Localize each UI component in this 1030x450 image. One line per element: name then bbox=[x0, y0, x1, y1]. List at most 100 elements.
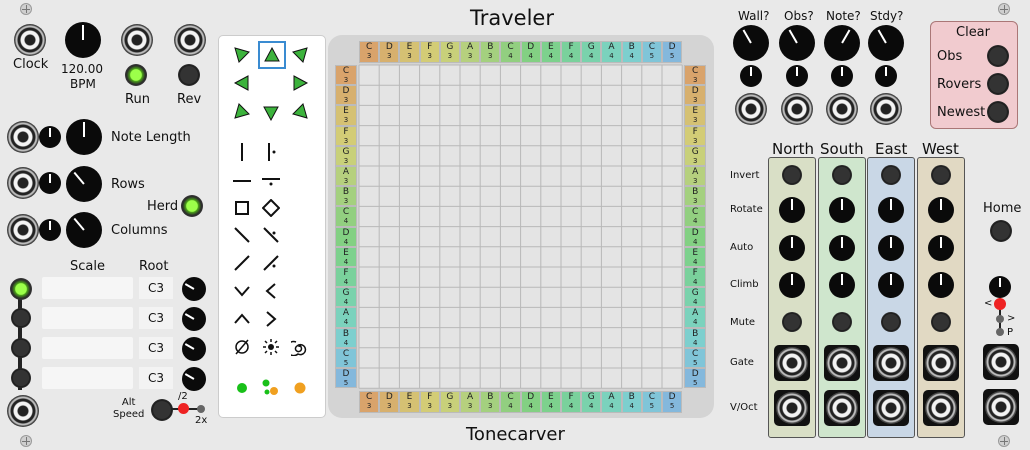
chevron-right-icon[interactable] bbox=[260, 308, 282, 330]
clear-newest-button[interactable] bbox=[987, 101, 1009, 123]
burst-icon[interactable] bbox=[260, 336, 282, 358]
scale-3-field[interactable] bbox=[42, 337, 133, 359]
root-4-knob[interactable] bbox=[182, 367, 206, 391]
arrow-right-icon[interactable] bbox=[289, 72, 311, 94]
arrow-up-right-icon[interactable] bbox=[289, 44, 311, 66]
orange-dot-icon[interactable] bbox=[289, 377, 311, 399]
note-atten-knob[interactable] bbox=[831, 65, 853, 87]
rev-button[interactable] bbox=[178, 64, 200, 86]
chevron-down-icon[interactable] bbox=[231, 280, 253, 302]
run-input-jack[interactable] bbox=[121, 24, 153, 56]
east-rotate-knob[interactable] bbox=[878, 197, 904, 223]
south-climb-knob[interactable] bbox=[829, 272, 855, 298]
note-cv-jack[interactable] bbox=[826, 93, 858, 125]
wall-atten-knob[interactable] bbox=[740, 65, 762, 87]
columns-cv-jack[interactable] bbox=[7, 214, 39, 246]
note-length-cv-jack[interactable] bbox=[7, 121, 39, 153]
root-1-knob[interactable] bbox=[182, 277, 206, 301]
wall-probability-knob[interactable] bbox=[733, 25, 769, 61]
east-auto-knob[interactable] bbox=[878, 235, 904, 261]
run-button[interactable] bbox=[125, 64, 147, 86]
west-auto-knob[interactable] bbox=[928, 235, 954, 261]
east-invert-button[interactable] bbox=[881, 165, 901, 185]
north-mute-button[interactable] bbox=[782, 312, 802, 332]
west-mute-button[interactable] bbox=[931, 312, 951, 332]
scale-cv-jack[interactable] bbox=[7, 395, 39, 427]
backslash-wall-icon[interactable] bbox=[231, 224, 253, 246]
slash-wall-icon[interactable] bbox=[231, 252, 253, 274]
north-invert-button[interactable] bbox=[782, 165, 802, 185]
scale-select-2-button[interactable] bbox=[11, 308, 31, 328]
obs-cv-jack[interactable] bbox=[781, 93, 813, 125]
west-voct-jack[interactable] bbox=[925, 392, 957, 424]
diamond-icon[interactable] bbox=[260, 197, 282, 219]
root-3-knob[interactable] bbox=[182, 337, 206, 361]
south-rotate-knob[interactable] bbox=[829, 197, 855, 223]
wall-cv-jack[interactable] bbox=[735, 93, 767, 125]
arrow-down-left-icon[interactable] bbox=[231, 100, 253, 122]
east-mute-button[interactable] bbox=[881, 312, 901, 332]
horizontal-wall-icon[interactable] bbox=[231, 170, 253, 192]
home-mode-knob[interactable] bbox=[989, 276, 1011, 298]
stdy-cv-jack[interactable] bbox=[870, 93, 902, 125]
west-rotate-knob[interactable] bbox=[928, 197, 954, 223]
north-climb-knob[interactable] bbox=[779, 272, 805, 298]
scale-1-field[interactable] bbox=[42, 277, 133, 299]
home-button[interactable] bbox=[990, 220, 1012, 242]
scale-select-3-button[interactable] bbox=[11, 338, 31, 358]
east-voct-jack[interactable] bbox=[875, 392, 907, 424]
south-invert-button[interactable] bbox=[832, 165, 852, 185]
south-mute-button[interactable] bbox=[832, 312, 852, 332]
home-gate-jack[interactable] bbox=[985, 346, 1017, 378]
east-climb-knob[interactable] bbox=[878, 272, 904, 298]
scale-4-field[interactable] bbox=[42, 367, 133, 389]
south-gate-jack[interactable] bbox=[826, 347, 858, 379]
scale-2-field[interactable] bbox=[42, 307, 133, 329]
columns-knob[interactable] bbox=[66, 212, 102, 248]
rows-cv-jack[interactable] bbox=[7, 167, 39, 199]
note-probability-knob[interactable] bbox=[824, 25, 860, 61]
slash-dotted-icon[interactable] bbox=[260, 252, 282, 274]
clock-input-jack[interactable] bbox=[14, 24, 46, 56]
scale-select-4-button[interactable] bbox=[11, 368, 31, 388]
north-voct-jack[interactable] bbox=[776, 392, 808, 424]
clear-rovers-button[interactable] bbox=[987, 73, 1009, 95]
arrow-up-icon[interactable] bbox=[258, 41, 286, 69]
horizontal-dotted-wall-icon[interactable] bbox=[260, 170, 282, 192]
bpm-knob[interactable] bbox=[65, 22, 101, 58]
columns-atten-knob[interactable] bbox=[39, 219, 61, 241]
west-invert-button[interactable] bbox=[931, 165, 951, 185]
north-rotate-knob[interactable] bbox=[779, 197, 805, 223]
clear-obs-button[interactable] bbox=[987, 45, 1009, 67]
vertical-dotted-wall-icon[interactable] bbox=[260, 141, 282, 163]
home-voct-jack[interactable] bbox=[985, 391, 1017, 423]
arrow-up-left-icon[interactable] bbox=[231, 44, 253, 66]
north-auto-knob[interactable] bbox=[779, 235, 805, 261]
east-gate-jack[interactable] bbox=[875, 347, 907, 379]
rows-atten-knob[interactable] bbox=[39, 172, 61, 194]
north-gate-jack[interactable] bbox=[776, 347, 808, 379]
obs-atten-knob[interactable] bbox=[786, 65, 808, 87]
west-climb-knob[interactable] bbox=[928, 272, 954, 298]
chevron-left-icon[interactable] bbox=[260, 280, 282, 302]
obs-probability-knob[interactable] bbox=[779, 25, 815, 61]
alt-speed-button[interactable] bbox=[151, 399, 173, 421]
stdy-probability-knob[interactable] bbox=[868, 25, 904, 61]
note-length-knob[interactable] bbox=[66, 119, 102, 155]
herd-button[interactable] bbox=[181, 195, 203, 217]
root-2-knob[interactable] bbox=[182, 307, 206, 331]
scale-select-1-button[interactable] bbox=[10, 278, 32, 300]
single-rover-icon[interactable] bbox=[231, 377, 253, 399]
multi-rover-icon[interactable] bbox=[260, 377, 282, 399]
rev-input-jack[interactable] bbox=[174, 24, 206, 56]
arrow-left-icon[interactable] bbox=[231, 72, 253, 94]
square-icon[interactable] bbox=[231, 197, 253, 219]
rows-knob[interactable] bbox=[66, 166, 102, 202]
note-grid[interactable] bbox=[328, 35, 714, 418]
chevron-up-icon[interactable] bbox=[231, 308, 253, 330]
spiral-icon[interactable] bbox=[289, 336, 311, 358]
south-voct-jack[interactable] bbox=[826, 392, 858, 424]
note-length-atten-knob[interactable] bbox=[39, 126, 61, 148]
vertical-wall-icon[interactable] bbox=[231, 141, 253, 163]
backslash-dotted-icon[interactable] bbox=[260, 224, 282, 246]
